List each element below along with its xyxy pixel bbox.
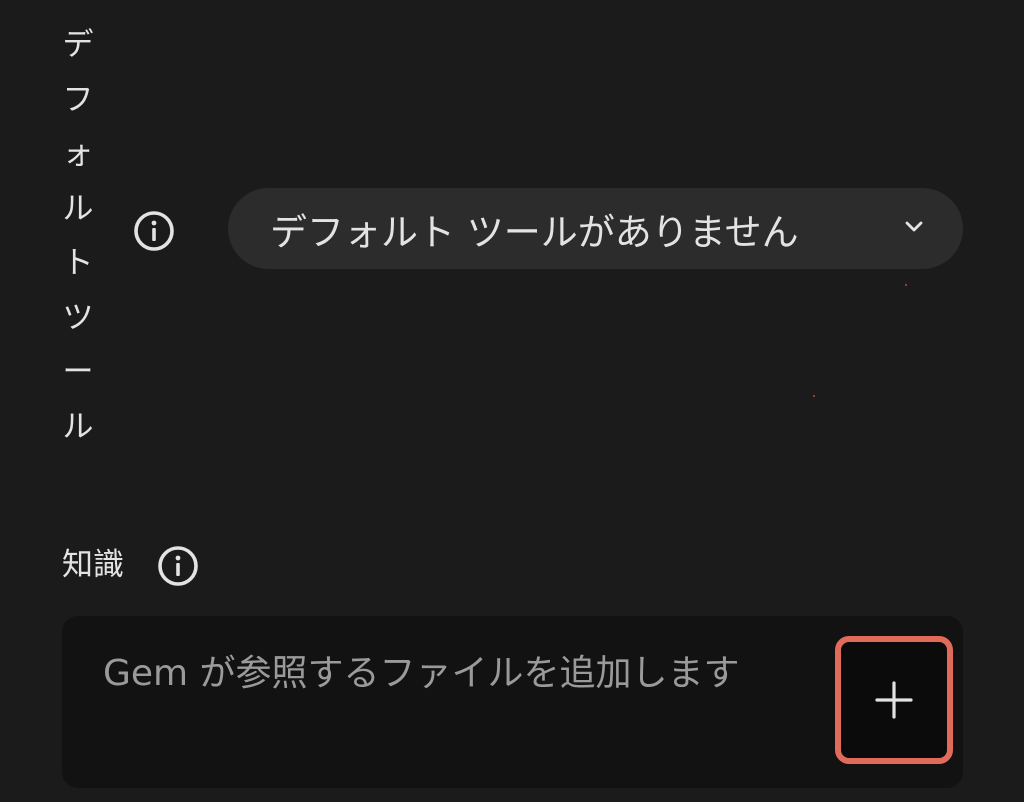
default-tools-dropdown-value: デフォルト ツールがありません [270,210,799,254]
plus-icon [875,681,913,719]
artifact-dot [813,395,815,397]
knowledge-label: 知識 [62,547,124,583]
default-tools-label-char: ォ [62,136,94,172]
knowledge-file-panel: Gem が参照するファイルを追加します [62,616,963,788]
default-tools-label-char: フ [62,81,94,118]
info-icon[interactable] [157,545,199,587]
default-tools-label-char: ル [62,408,94,445]
default-tools-label-char: ツ [62,299,94,336]
default-tools-label-char: デ [62,27,94,63]
chevron-down-icon [905,221,923,232]
default-tools-label-char: ー [62,354,94,390]
default-tools-dropdown[interactable]: デフォルト ツールがありません [228,188,963,269]
default-tools-label-char: ル [62,190,94,227]
info-icon[interactable] [133,210,175,252]
default-tools-label: デ フ ォ ル ト ツ ー ル [58,18,98,454]
default-tools-label-char: ト [62,245,94,281]
add-file-button[interactable] [835,636,953,764]
artifact-dot [905,284,907,286]
knowledge-placeholder: Gem が参照するファイルを追加します [103,653,740,694]
